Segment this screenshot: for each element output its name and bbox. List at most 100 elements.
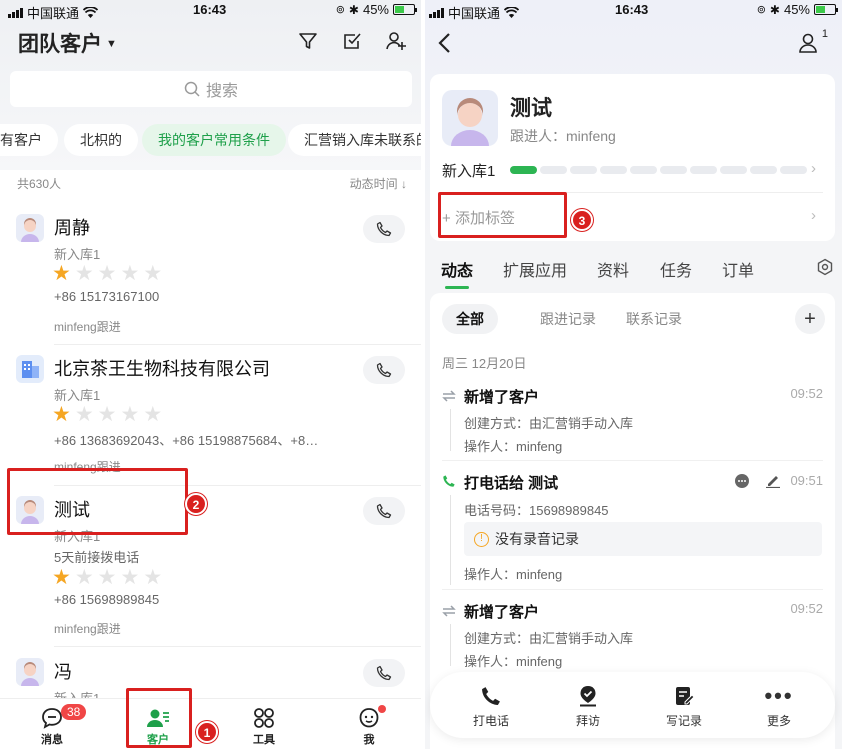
search-input[interactable]: 搜索 <box>10 71 412 107</box>
add-customer-icon[interactable] <box>385 30 407 52</box>
avatar <box>16 658 44 686</box>
more-action[interactable]: ••• 更多 <box>739 684 819 729</box>
add-record-button[interactable]: + <box>795 304 825 334</box>
settings-icon[interactable] <box>816 258 834 276</box>
visit-action[interactable]: 拜访 <box>548 684 628 729</box>
search-icon <box>184 81 200 97</box>
collaborators-icon <box>799 33 817 53</box>
progress-step <box>660 166 687 174</box>
divider <box>442 460 823 461</box>
collaborators-count: 1 <box>821 28 828 40</box>
call-button[interactable] <box>363 659 405 687</box>
tab-label: 工具 <box>253 734 275 746</box>
tab-orders[interactable]: 订单 <box>722 257 754 281</box>
filter-follow-records[interactable]: 跟进记录 <box>526 304 610 334</box>
date-header: 周三 12月20日 <box>442 356 527 371</box>
tab-activity[interactable]: 动态 <box>441 257 473 281</box>
star-filled-icon: ★ <box>52 262 71 285</box>
filter-all[interactable]: 全部 <box>442 304 498 334</box>
filter-chip[interactable]: 汇营销入库未联系的 <box>288 124 421 156</box>
annotation-box-2 <box>7 468 188 535</box>
write-record-icon <box>676 687 695 705</box>
star-empty-icon: ★ <box>120 403 140 426</box>
filter-chip-active[interactable]: 我的客户常用条件 <box>142 124 286 156</box>
progress-step <box>510 166 537 174</box>
status-bar: 中国联通 16:43 ⊚ ✱ 45% <box>425 0 842 22</box>
star-empty-icon: ★ <box>97 566 117 589</box>
customer-avatar <box>442 90 498 146</box>
call-button[interactable] <box>363 497 405 525</box>
event-time: 09:52 <box>790 386 823 401</box>
customer-phone: +86 13683692043、+86 15198875684、+8… <box>54 433 319 448</box>
call-button[interactable] <box>363 215 405 243</box>
tab-profile[interactable]: 资料 <box>597 257 629 281</box>
signal: 中国联通 <box>429 3 520 22</box>
collaborators-button[interactable]: 1 <box>798 28 828 59</box>
event-phone: 电话号码：15698989845 <box>464 503 609 518</box>
event-title: 新增了客户 <box>464 604 540 621</box>
divider <box>442 589 823 590</box>
detail-tabs: 动态 扩展应用 资料 任务 订单 <box>441 257 831 287</box>
event-title: 打电话给 测试 <box>464 475 559 492</box>
team-customers-dropdown[interactable]: 团队客户 ▼ <box>18 28 117 58</box>
filter-icon[interactable] <box>297 30 319 52</box>
select-checkbox-icon[interactable] <box>341 30 363 52</box>
tab-me[interactable]: 我 <box>334 705 404 747</box>
carrier-label: 中国联通 <box>27 6 80 21</box>
follower: minfeng跟进 <box>54 320 121 334</box>
divider <box>54 344 421 345</box>
tab-label: 我 <box>363 734 375 746</box>
list-item[interactable]: 冯 新入库1 <box>0 658 421 706</box>
stage-label: 新入库1 <box>442 163 496 180</box>
tab-tasks[interactable]: 任务 <box>660 257 692 281</box>
chevron-right-icon: › <box>811 207 816 224</box>
progress-step <box>690 166 717 174</box>
lock-rotation-icon: ⊚ <box>335 4 345 16</box>
clock: 16:43 <box>193 2 227 17</box>
star-empty-icon: ★ <box>97 262 117 285</box>
comment-icon[interactable] <box>734 473 750 489</box>
customer-name: 周静 <box>54 218 90 238</box>
star-empty-icon: ★ <box>74 403 94 426</box>
progress-step <box>570 166 597 174</box>
stage-progress[interactable] <box>510 166 807 174</box>
action-label: 打电话 <box>472 714 509 728</box>
star-empty-icon: ★ <box>97 403 117 426</box>
signal: 中国联通 <box>8 3 99 22</box>
phone-icon <box>376 665 392 681</box>
customer-count: 共630人 <box>17 177 62 191</box>
write-record-action[interactable]: 写记录 <box>644 684 724 729</box>
customer-stage: 新入库1 <box>54 388 101 403</box>
back-icon[interactable] <box>437 32 453 54</box>
tab-tools[interactable]: 工具 <box>229 705 299 747</box>
star-empty-icon: ★ <box>120 262 140 285</box>
star-filled-icon: ★ <box>52 403 71 426</box>
plus-icon: + <box>804 307 816 330</box>
filter-chip[interactable]: 有客户 <box>0 124 58 156</box>
wifi-icon <box>83 7 99 18</box>
sort-button[interactable]: 动态时间 ↓ <box>350 175 407 192</box>
sort-arrow-icon: ↓ <box>401 177 407 191</box>
edit-icon[interactable] <box>765 472 781 488</box>
filter-chips: 有客户 北枳的 我的客户常用条件 汇营销入库未联系的 <box>0 124 421 156</box>
star-filled-icon: ★ <box>52 566 71 589</box>
progress-step <box>630 166 657 174</box>
event-operator: 操作人：minfeng <box>464 567 563 582</box>
page-title: 团队客户 <box>18 33 102 56</box>
timeline-line <box>450 495 451 585</box>
phone-icon <box>376 503 392 519</box>
call-button[interactable] <box>363 356 405 384</box>
rating-stars: ★ ★ ★ ★ ★ <box>52 262 163 285</box>
star-empty-icon: ★ <box>143 262 163 285</box>
filter-chip[interactable]: 北枳的 <box>64 124 138 156</box>
action-label: 更多 <box>766 714 791 728</box>
list-item[interactable]: 北京茶王生物科技有限公司 新入库1 ★ ★ ★ ★ ★ +86 13683692043、… <box>0 355 421 485</box>
clock: 16:43 <box>615 2 649 17</box>
call-action[interactable]: 打电话 <box>451 684 531 729</box>
filter-contact-records[interactable]: 联系记录 <box>612 304 696 334</box>
tab-extensions[interactable]: 扩展应用 <box>503 257 567 281</box>
event-time: 09:52 <box>790 601 823 616</box>
list-item[interactable]: 周静 新入库1 ★ ★ ★ ★ ★ +86 15173167100 minfeng跟进 <box>0 214 421 344</box>
annotation-number-2: 2 <box>185 493 207 515</box>
tab-label: 消息 <box>41 734 63 746</box>
